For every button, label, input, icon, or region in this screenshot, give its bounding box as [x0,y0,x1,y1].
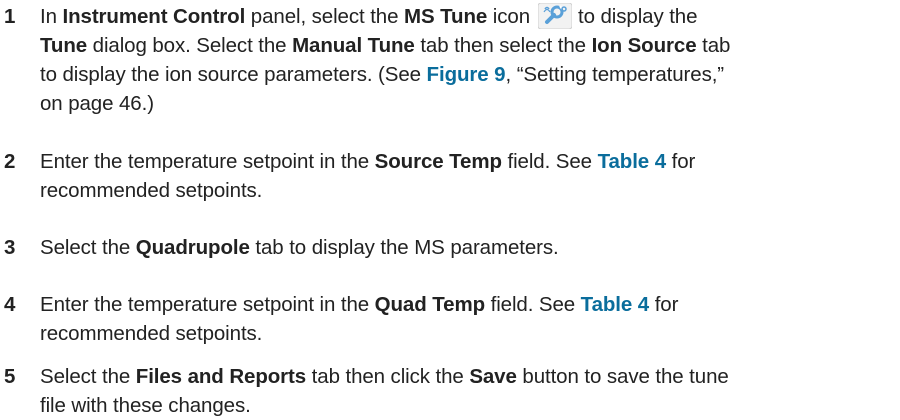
text: tab [696,34,731,57]
step-number: 4 [4,293,16,316]
text: for [666,150,696,173]
text: panel, select the [245,5,404,28]
ui-term: Save [469,365,517,388]
text: button to save the tune [516,365,729,388]
ui-term: Source Temp [374,150,502,173]
table-4-link[interactable]: Table 4 [598,150,667,173]
step-number: 1 [4,5,16,28]
step-number: 3 [4,236,16,259]
step-text: Enter the temperature setpoint in the Qu… [40,290,895,348]
step-number: 2 [4,150,16,173]
text: icon [487,5,531,28]
text: field. See [501,150,598,173]
table-4-link[interactable]: Table 4 [581,293,650,316]
text: file with these changes. [40,394,251,417]
ui-term: Tune [40,34,88,57]
step-text: Enter the temperature setpoint in the So… [40,147,895,205]
text: on page 46.) [40,92,154,115]
text: , “Setting temperatures,” [505,63,725,86]
text: In [40,5,63,28]
ui-term: Ion Source [591,34,697,57]
text: field. See [485,293,581,316]
ui-term: Instrument Control [62,5,246,28]
text: recommended setpoints. [40,322,263,345]
figure-9-link[interactable]: Figure 9 [427,63,506,86]
text: to display the ion source parameters. (S… [40,63,427,86]
text: tab then click the [306,365,470,388]
procedure-steps: 1 In Instrument Control panel, select th… [0,0,900,419]
step-text: In Instrument Control panel, select the … [40,2,895,118]
step-number: 5 [4,365,16,388]
step-text: Select the Quadrupole tab to display the… [40,233,895,262]
text: Select the [40,236,136,259]
text: Enter the temperature setpoint in the [40,293,375,316]
ui-term: Quad Temp [374,293,485,316]
text: dialog box. Select the [87,34,293,57]
ui-term: Files and Reports [135,365,307,388]
text: Enter the temperature setpoint in the [40,150,375,173]
ui-term: Quadrupole [135,236,250,259]
ui-term: MS Tune [404,5,488,28]
text: tab to display the MS parameters. [249,236,559,259]
text: tab then select the [414,34,592,57]
ms-tune-wrench-icon [538,3,573,29]
ui-term: Manual Tune [292,34,415,57]
text: Select the [40,365,136,388]
text: recommended setpoints. [40,179,263,202]
text: for [649,293,679,316]
text: to display the [578,5,698,28]
step-text: Select the Files and Reports tab then cl… [40,362,895,420]
